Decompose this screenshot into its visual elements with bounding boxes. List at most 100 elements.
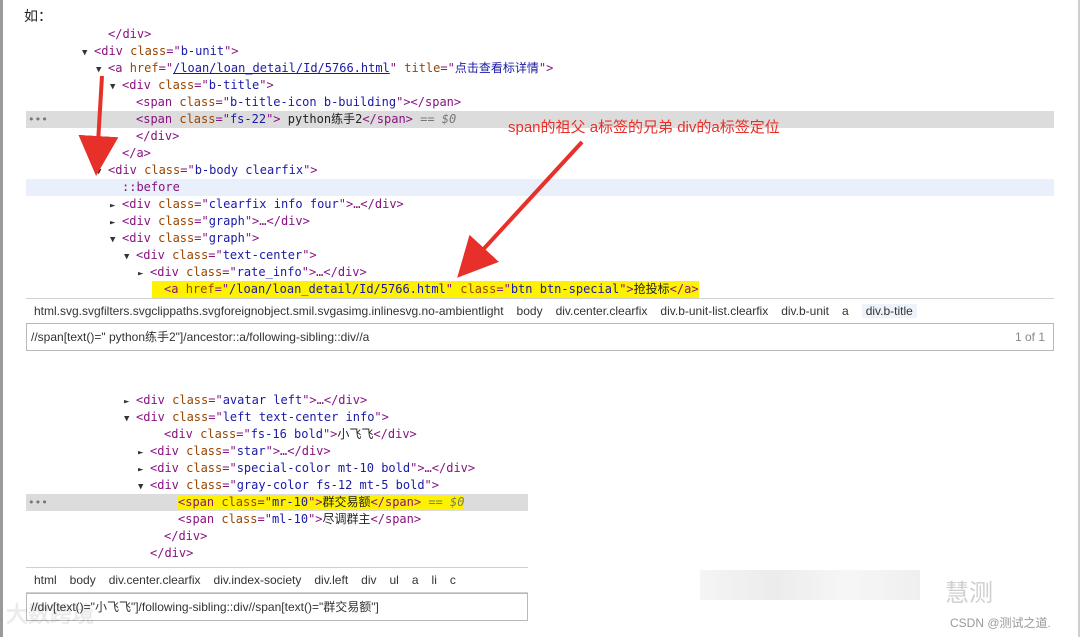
markup-token: ">…</div> [410,461,476,475]
more-icon[interactable]: ••• [28,111,48,128]
breadcrumb-item[interactable]: div.left [314,573,348,587]
node-markup: <div class="fs-16 bold">小飞飞</div> [164,427,417,441]
markup-token: text-center [222,248,303,262]
node-markup: <a href="/loan/loan_detail/Id/5766.html"… [164,282,699,296]
markup-token: " [389,61,405,75]
xpath-search-input[interactable]: //div[text()="小飞飞"]/following-sibling::d… [26,593,528,621]
markup-token: star [236,444,266,458]
markup-token: class [200,427,237,441]
dom-tree: </div> ▼ <div class="b-unit"> ▼ <a href="/lo… [26,26,1054,298]
breadcrumb-item[interactable]: ul [390,573,399,587]
breadcrumb-item[interactable]: a [842,304,849,318]
markup-token: "> [424,478,439,492]
breadcrumb-item[interactable]: div.center.clearfix [556,304,648,318]
dom-node-content: <span class="b-title-icon b-building"></… [124,94,461,111]
more-icon[interactable]: ••• [28,494,48,511]
markup-token: <div [150,478,187,492]
markup-token: "> [538,61,554,75]
markup-token: <div [150,461,187,475]
dom-node-line[interactable]: ▼ <div class="b-title"> [26,77,1054,94]
dom-node-line[interactable]: ► <div class="graph">…</div> [26,213,1054,230]
xpath-search-input[interactable]: //span[text()=" python练手2"]/ancestor::a/… [26,323,1054,351]
dom-node-line[interactable]: ► <div class="star">…</div> [26,443,528,460]
breadcrumb-item[interactable]: c [450,573,456,587]
node-markup: <span class="b-title-icon b-building"></… [136,95,461,109]
dom-node-line[interactable]: <a href="/loan/loan_detail/Id/5766.html"… [26,281,1054,298]
markup-token: </div> [136,129,180,143]
breadcrumb: html body div.center.clearfix div.index-soc… [26,567,528,593]
dom-node-line[interactable]: </div> [26,545,528,562]
dom-node-line[interactable]: ► <div class="rate_info">…</div> [26,264,1054,281]
markup-token: =" [214,282,230,296]
dom-node-line[interactable]: </div> [26,26,1054,43]
dom-node-line[interactable]: ▼ <div class="graph"> [26,230,1054,247]
node-markup: <span class="ml-10">尽调群主</span> [178,512,421,526]
dom-node-line[interactable]: ► <div class="special-color mt-10 bold">…… [26,460,528,477]
markup-token: gray-color fs-12 mt-5 bold [236,478,425,492]
dom-node-line[interactable]: <div class="fs-16 bold">小飞飞</div> [26,426,528,443]
markup-token: ">…</div> [265,444,331,458]
markup-token: rate_info [236,265,302,279]
node-markup: <div class="avatar left">…</div> [136,393,367,407]
markup-token: href [185,282,215,296]
markup-token: <span [178,512,222,526]
dom-node-line[interactable]: ► <div class="clearfix info four">…</div> [26,196,1054,213]
breadcrumb-item[interactable]: div.b-unit [781,304,829,318]
markup-token: =" [180,163,195,177]
dom-node-line[interactable]: ▼ <a href="/loan/loan_detail/Id/5766.html… [26,60,1054,77]
markup-token: class [186,444,223,458]
breadcrumb-item[interactable]: div.index-society [214,573,302,587]
markup-token: </div> [150,546,194,560]
markup-token: <span [178,495,222,509]
dom-node-content: <a href="/loan/loan_detail/Id/5766.html"… [152,281,699,298]
markup-token: class [186,461,223,475]
markup-token: href [129,61,159,75]
dom-node-line[interactable]: <span class="b-title-icon b-building"></… [26,94,1054,111]
xpath-query: //span[text()=" python练手2"]/ancestor::a/… [31,330,370,344]
watermark-left: 大数跨境 [6,602,95,627]
markup-token: 群交易额 [322,495,371,509]
markup-token: ">…</div> [302,393,368,407]
breadcrumb-item[interactable]: div.center.clearfix [109,573,201,587]
markup-token: =" [194,197,209,211]
markup-token: "> [266,112,288,126]
dom-node-line[interactable]: ► <div class="avatar left">…</div> [26,392,528,409]
dom-node-line[interactable]: ::before [26,179,1054,196]
dom-node-line[interactable]: ▼ <div class="gray-color fs-12 mt-5 bold"… [26,477,528,494]
markup-token: class [130,44,167,58]
dom-node-line[interactable]: ▼ <div class="text-center"> [26,247,1054,264]
dom-node-line[interactable]: ▼ <div class="left text-center info"> [26,409,528,426]
breadcrumb-item[interactable]: a [412,573,419,587]
left-frame-edge [0,0,3,637]
dom-node-line[interactable]: ••• <span class="mr-10">群交易额</span> == $0 [26,494,528,511]
markup-token: "> [374,410,389,424]
dom-node-content: </div> [138,545,193,562]
breadcrumb-item[interactable]: html [34,573,57,587]
markup-token: =" [158,61,174,75]
markup-token: =" [222,444,237,458]
markup-token: class [172,393,209,407]
node-markup: <div class="rate_info">…</div> [150,265,367,279]
markup-token: avatar left [222,393,303,407]
breadcrumb-item[interactable]: div.b-unit-list.clearfix [660,304,768,318]
intro-text: 如： [24,8,52,24]
markup-token: "> [224,44,239,58]
dom-node-line[interactable]: ▼ <div class="b-body clearfix"> [26,162,1054,179]
dom-node-line[interactable]: </a> [26,145,1054,162]
markup-token: 点击查看标详情 [454,61,539,75]
breadcrumb-item[interactable]: div [361,573,376,587]
markup-token: <div [150,444,187,458]
breadcrumb-item[interactable]: html.svg.svgfilters.svgclippaths.svgfore… [34,304,504,318]
markup-token: " [445,282,461,296]
node-markup: </a> [122,146,151,160]
breadcrumb-item[interactable]: div.b-title [861,304,917,318]
markup-token: <div [108,163,145,177]
breadcrumb-item[interactable]: li [432,573,437,587]
breadcrumb-item[interactable]: body [517,304,543,318]
dom-node-content: <span class="mr-10">群交易额</span> == $0 [166,494,465,511]
dom-node-line[interactable]: </div> [26,528,528,545]
dom-node-line[interactable]: ▼ <div class="b-unit"> [26,43,1054,60]
dom-node-line[interactable]: <span class="ml-10">尽调群主</span> [26,511,528,528]
markup-token: 抢投标 [633,282,670,296]
breadcrumb-item[interactable]: body [70,573,96,587]
